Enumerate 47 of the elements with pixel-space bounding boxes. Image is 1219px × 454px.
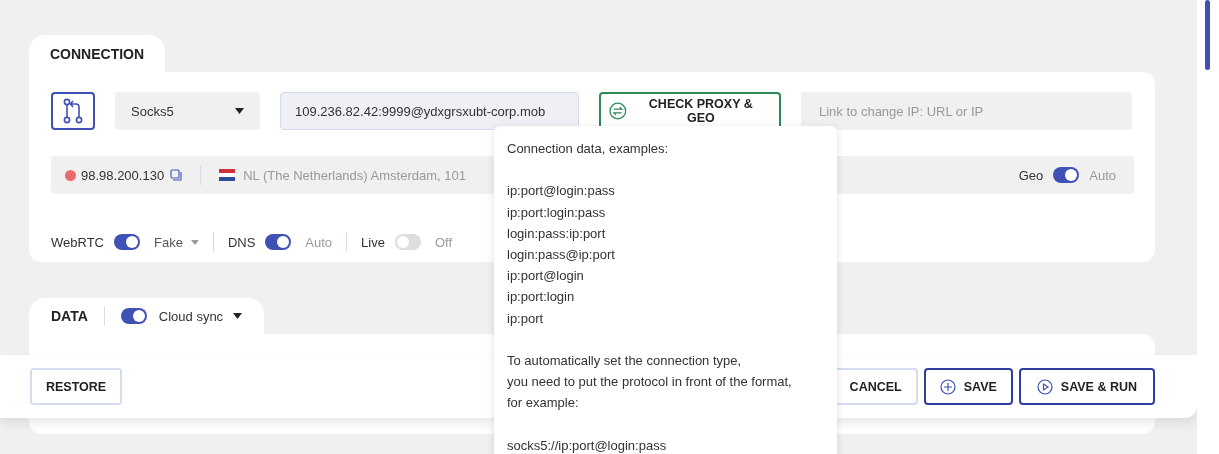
tooltip-line: ip:port:login:pass (507, 203, 606, 222)
restore-button[interactable]: RESTORE (30, 368, 123, 405)
ip-address: 98.98.200.130 (81, 167, 165, 183)
toggle-switch[interactable] (394, 234, 421, 250)
proxy-input[interactable]: 109.236.82.42:9999@ydxgrsxubt-corp.mob (280, 92, 579, 130)
tooltip-line: you need to put the protocol in front of the format, (507, 373, 792, 392)
tooltip-line: Connection data, examples: (507, 140, 669, 158)
tooltip-line: socks5://ip:port@login:pass (507, 436, 667, 454)
option-value: Off (434, 234, 453, 250)
tooltip-line: login:pass:ip:port (507, 224, 606, 243)
option-label: Live (361, 234, 385, 250)
copy-icon[interactable] (170, 169, 183, 181)
caret-icon (233, 313, 243, 319)
location-text: NL (The Netherlands) Amsterdam, 101 (243, 167, 466, 183)
option-dropdown[interactable]: Fake (154, 234, 199, 250)
option-value: Auto (305, 234, 333, 250)
swap-icon (609, 102, 627, 120)
change-ip-field[interactable]: Link to change IP: URL or IP (801, 92, 1132, 130)
tooltip-line: ip:port@login:pass (507, 182, 615, 201)
geo-label: Geo (1018, 167, 1044, 183)
option-label: DNS (227, 234, 256, 250)
play-icon (1036, 378, 1053, 395)
caret-icon (190, 239, 199, 245)
toggle-switch[interactable] (265, 234, 292, 250)
geo-value: Auto (1089, 167, 1116, 183)
section-title: CONNECTION (50, 45, 145, 62)
save-button[interactable]: SAVE (923, 368, 1013, 405)
flag-icon (219, 169, 236, 181)
tooltip-line: ip:port@login (507, 267, 584, 286)
toggle-switch[interactable] (120, 308, 147, 324)
tooltip-line: login:pass@ip:port (507, 246, 615, 264)
tooltip-line: ip:port:login (507, 288, 575, 307)
plus-icon (939, 378, 956, 395)
tooltip-line: ip:port (507, 309, 544, 328)
save-run-button[interactable]: SAVE & RUN (1018, 368, 1155, 405)
scrollbar-thumb[interactable] (1205, 0, 1210, 70)
toggle-switch[interactable] (114, 234, 140, 250)
swap-button[interactable] (51, 92, 95, 130)
proxy-type-dropdown[interactable]: Socks5 (115, 92, 260, 130)
branch-icon (62, 98, 84, 124)
toggle-switch[interactable] (1053, 167, 1080, 183)
option-label: WebRTC (51, 234, 104, 250)
tooltip-line: for example: (507, 394, 579, 413)
caret-icon (235, 108, 244, 114)
section-title: DATA (51, 308, 88, 324)
tooltip-line: To automatically set the connection type, (507, 352, 742, 370)
cloud-sync-dropdown[interactable]: Cloud sync (158, 308, 243, 324)
